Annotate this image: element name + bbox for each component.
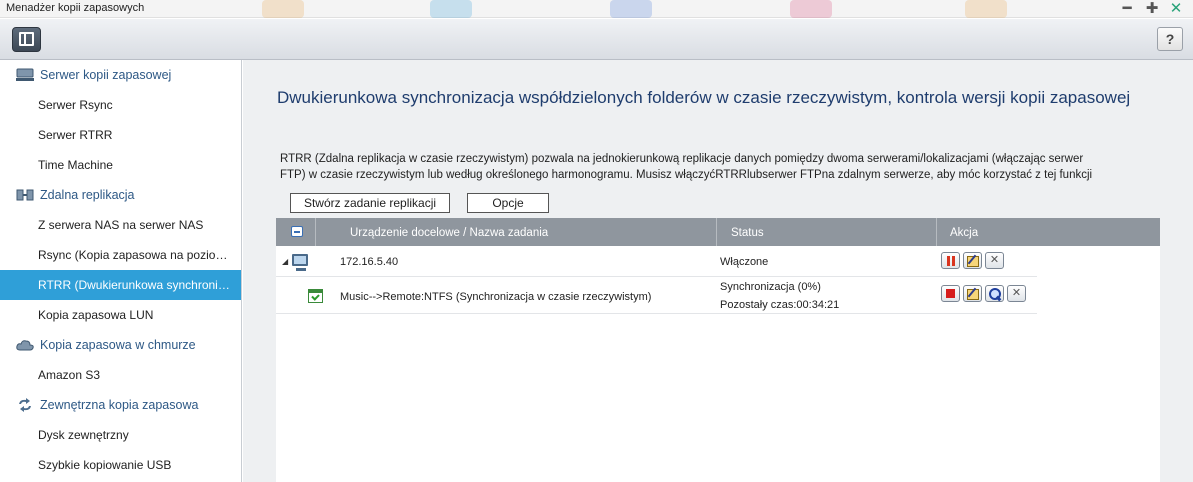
task-icon [308, 289, 323, 303]
sidebar-item-label: Szybkie kopiowanie USB [38, 458, 172, 472]
sidebar-item-label: Serwer RTRR [38, 128, 113, 142]
delete-button[interactable]: ✕ [1007, 285, 1026, 302]
sidebar-item-usb-quick-copy[interactable]: Szybkie kopiowanie USB [0, 450, 241, 480]
toolbar: ? [0, 19, 1193, 60]
table-row[interactable]: ◢ 172.16.5.40 Włączone ✕ [276, 246, 1037, 277]
description-line: FTP) w czasie rzeczywistym lub według ok… [280, 169, 1093, 181]
target-device-name: 172.16.5.40 [340, 256, 399, 268]
sidebar-item-label: Dysk zewnętrzny [38, 428, 129, 442]
column-header-status[interactable]: Status [717, 218, 937, 246]
sidebar-category-label: Kopia zapasowa w chmurze [40, 338, 196, 352]
layout-icon [19, 32, 34, 46]
sidebar-item-label: Z serwera NAS na serwer NAS [38, 218, 204, 232]
sidebar-item-external-disk[interactable]: Dysk zewnętrzny [0, 420, 241, 450]
job-remaining-time: Pozostały czas:00:34:21 [720, 299, 840, 311]
job-name: Music-->Remote:NTFS (Synchronizacja w cz… [340, 291, 652, 303]
sync-arrows-icon [16, 398, 34, 412]
window-titlebar: Menadżer kopii zapasowych ━ ✚ ✕ [0, 0, 1193, 18]
stop-button[interactable] [941, 285, 960, 302]
background-app-icon [610, 0, 652, 18]
sidebar-category-label: Zdalna replikacja [40, 188, 135, 202]
pause-icon [942, 253, 959, 268]
row-status: Włączone [720, 256, 769, 268]
table-row[interactable]: Music-->Remote:NTFS (Synchronizacja w cz… [276, 277, 1037, 314]
collapse-triangle-icon[interactable]: ◢ [282, 257, 288, 266]
replication-icon [16, 188, 34, 202]
create-replication-job-button[interactable]: Stwórz zadanie replikacji [290, 193, 450, 213]
view-log-button[interactable] [985, 285, 1004, 302]
stop-icon [942, 286, 959, 301]
sidebar-item-rtrr-server[interactable]: Serwer RTRR [0, 120, 241, 150]
page-description: RTRR (Zdalna replikacja w czasie rzeczyw… [280, 151, 1160, 183]
sidebar-item-rsync-server[interactable]: Serwer Rsync [0, 90, 241, 120]
sidebar-item-label: Kopia zapasowa LUN [38, 308, 154, 322]
main-panel: Dwukierunkowa synchronizacja współdzielo… [243, 60, 1193, 482]
maximize-icon[interactable]: ✚ [1143, 0, 1161, 18]
sidebar-category-label: Serwer kopii zapasowej [40, 68, 172, 82]
edit-icon [964, 286, 981, 301]
edit-icon [964, 253, 981, 268]
sidebar-item-label: Serwer Rsync [38, 98, 113, 112]
minimize-icon[interactable]: ━ [1118, 0, 1136, 18]
options-button[interactable]: Opcje [467, 193, 549, 213]
sidebar-item-nas-to-nas[interactable]: Z serwera NAS na serwer NAS [0, 210, 241, 240]
sidebar-item-amazon-s3[interactable]: Amazon S3 [0, 360, 241, 390]
window-title: Menadżer kopii zapasowych [6, 2, 145, 14]
header-checkbox-cell [276, 218, 316, 246]
sidebar-item-label: Rsync (Kopia zapasowa na poziomie plików… [38, 248, 233, 262]
sidebar-item-rtrr[interactable]: RTRR (Dwukierunkowa synchronizacja) [0, 270, 241, 300]
background-app-icon [965, 0, 1007, 18]
sidebar-item-time-machine[interactable]: Time Machine [0, 150, 241, 180]
sidebar-category-cloud-backup[interactable]: Kopia zapasowa w chmurze [0, 330, 241, 360]
cloud-icon [16, 338, 34, 352]
sidebar-item-lun-backup[interactable]: Kopia zapasowa LUN [0, 300, 241, 330]
sidebar-category-remote-replication[interactable]: Zdalna replikacja [0, 180, 241, 210]
main-header: Dwukierunkowa synchronizacja współdzielo… [277, 86, 1157, 110]
edit-button[interactable] [963, 252, 982, 269]
column-header-name[interactable]: Urządzenie docelowe / Nazwa zadania [316, 218, 717, 246]
sidebar-toggle-button[interactable] [12, 27, 41, 52]
sidebar-category-backup-server[interactable]: Serwer kopii zapasowej [0, 60, 241, 90]
delete-icon: ✕ [1011, 287, 1022, 299]
server-icon [16, 68, 34, 82]
pause-button[interactable] [941, 252, 960, 269]
help-button[interactable]: ? [1157, 27, 1183, 51]
sidebar-item-label: Time Machine [38, 158, 113, 172]
replication-jobs-table: Urządzenie docelowe / Nazwa zadania Stat… [276, 218, 1160, 482]
table-header: Urządzenie docelowe / Nazwa zadania Stat… [276, 218, 1160, 246]
job-status-progress: Synchronizacja (0%) [720, 281, 821, 293]
sidebar: Serwer kopii zapasowej Serwer Rsync Serw… [0, 60, 242, 482]
description-line: RTRR (Zdalna replikacja w czasie rzeczyw… [280, 153, 1084, 165]
edit-button[interactable] [963, 285, 982, 302]
collapse-all-checkbox[interactable] [291, 226, 303, 237]
column-header-action: Akcja [950, 227, 979, 239]
sidebar-category-label: Zewnętrzna kopia zapasowa [40, 398, 199, 412]
sidebar-item-label: RTRR (Dwukierunkowa synchronizacja) [38, 278, 233, 292]
sidebar-item-label: Amazon S3 [38, 368, 101, 382]
magnifier-icon [986, 286, 1003, 301]
sidebar-category-external-backup[interactable]: Zewnętrzna kopia zapasowa [0, 390, 241, 420]
sidebar-item-rsync[interactable]: Rsync (Kopia zapasowa na poziomie plików… [0, 240, 241, 270]
delete-button[interactable]: ✕ [985, 252, 1004, 269]
page-title: Dwukierunkowa synchronizacja współdzielo… [277, 88, 1131, 107]
background-app-icon [790, 0, 832, 18]
background-app-icon [430, 0, 472, 18]
background-app-icon [262, 0, 304, 18]
delete-icon: ✕ [989, 254, 1000, 266]
computer-icon [292, 254, 308, 271]
close-icon[interactable]: ✕ [1167, 0, 1185, 18]
